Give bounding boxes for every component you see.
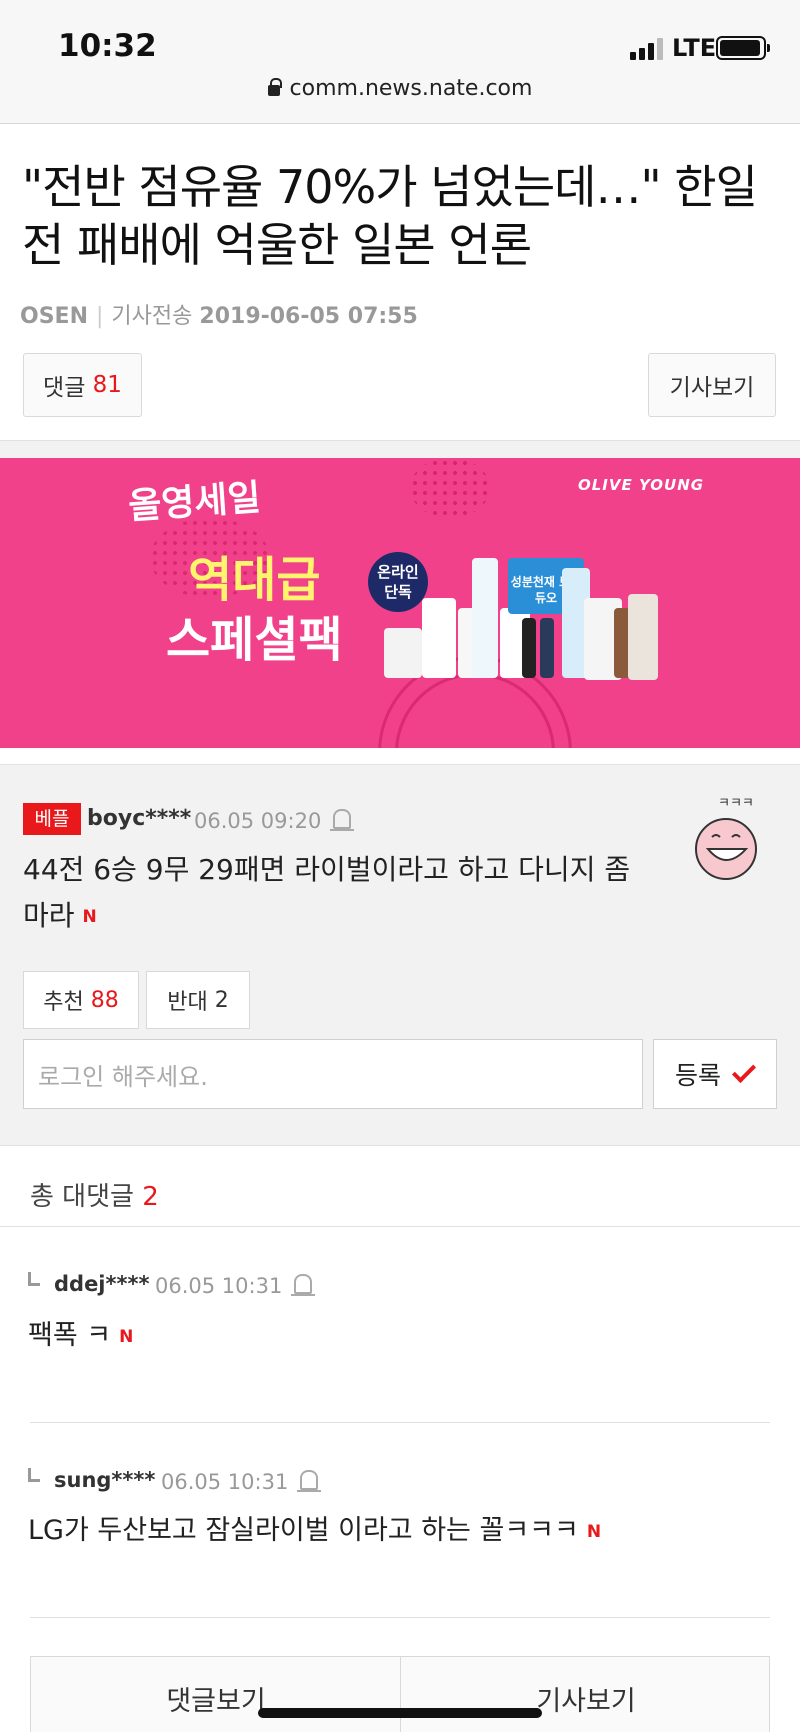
best-badge: 베플 <box>23 803 81 835</box>
sent-label: 기사전송 <box>111 304 193 329</box>
svg-text:ㅋㅋㅋ: ㅋㅋㅋ <box>718 796 754 811</box>
product-image <box>628 594 658 680</box>
address-bar[interactable]: comm.news.nate.com <box>0 76 800 101</box>
article-meta: OSEN | 기사전송 2019-06-05 07:55 <box>20 304 418 329</box>
oppose-button[interactable]: 반대 2 <box>146 971 250 1029</box>
oppose-count: 2 <box>214 987 229 1013</box>
article-headline: "전반 점유율 70%가 넘었는데…" 한일전 패배에 억울한 일본 언론 <box>22 160 758 272</box>
check-icon <box>731 1058 757 1084</box>
divider <box>30 1422 770 1423</box>
reply-arrow-icon <box>28 1468 40 1482</box>
new-icon: N <box>82 907 97 927</box>
reply-text: LG가 두산보고 잠실라이벌 이라고 하는 꼴ㅋㅋㅋ N <box>28 1515 602 1546</box>
recommend-count: 88 <box>90 987 119 1013</box>
sale-logo: 올영세일 <box>126 477 262 528</box>
brand-logo: OLIVE YOUNG <box>578 476 705 494</box>
laughing-emoticon: ㅋㅋㅋ <box>688 793 768 883</box>
comment-user[interactable]: boyc**** <box>87 806 191 831</box>
section-divider <box>0 440 800 458</box>
reply-user[interactable]: sung**** <box>54 1468 155 1492</box>
clock: 10:32 <box>58 28 157 64</box>
battery-icon <box>716 36 770 60</box>
report-icon[interactable] <box>297 1470 321 1492</box>
report-icon[interactable] <box>330 809 354 831</box>
product-image <box>522 618 536 678</box>
reply-total-count: 2 <box>142 1182 159 1212</box>
product-image <box>384 628 422 678</box>
reply-input[interactable]: 로그인 해주세요. <box>23 1039 643 1109</box>
new-icon: N <box>119 1326 134 1347</box>
network-label: LTE <box>672 34 717 62</box>
article-view-button[interactable]: 기사보기 <box>401 1657 771 1732</box>
url-text: comm.news.nate.com <box>289 76 533 101</box>
submit-button[interactable]: 등록 <box>653 1039 777 1109</box>
comments-label: 댓글 <box>43 375 86 401</box>
reply-total: 총 대댓글 2 <box>30 1182 159 1212</box>
article-source: OSEN <box>20 304 88 329</box>
comments-count-button[interactable]: 댓글 81 <box>23 353 142 417</box>
comment-date: 06.05 09:20 <box>194 809 322 833</box>
comments-count: 81 <box>92 372 122 398</box>
product-image <box>540 618 554 678</box>
article-datetime: 2019-06-05 07:55 <box>199 304 418 329</box>
reply-text: 팩폭 ㅋN <box>28 1320 134 1351</box>
reply-arrow-icon <box>28 1272 40 1286</box>
reply-date: 06.05 10:31 <box>161 1470 289 1494</box>
divider <box>0 1226 800 1227</box>
comments-view-button[interactable]: 댓글보기 <box>31 1657 401 1732</box>
reply-date: 06.05 10:31 <box>155 1274 283 1298</box>
home-indicator[interactable] <box>258 1708 542 1718</box>
product-image <box>472 558 498 678</box>
bottom-nav: 댓글보기 기사보기 <box>30 1656 770 1732</box>
view-article-button[interactable]: 기사보기 <box>648 353 776 417</box>
ad-banner[interactable]: 올영세일 OLIVE YOUNG 역대급 스페셜팩 온라인 단독 성분천재 보습… <box>0 458 800 748</box>
comment-text: 44전 6승 9무 29패면 라이벌이라고 하고 다니지 좀 마라 N <box>23 853 631 932</box>
promo-title: 역대급 스페셜팩 <box>166 552 343 668</box>
signal-icon <box>630 38 666 60</box>
lock-icon <box>267 78 282 96</box>
decor-rings <box>395 673 555 748</box>
recommend-button[interactable]: 추천 88 <box>23 971 139 1029</box>
new-icon: N <box>586 1521 602 1542</box>
report-icon[interactable] <box>291 1274 315 1296</box>
online-exclusive-badge: 온라인 단독 <box>368 552 428 612</box>
best-comment: 베플 boyc**** 06.05 09:20 ㅋㅋㅋ 44전 6승 9무 29… <box>0 764 800 1146</box>
reply-user[interactable]: ddej**** <box>54 1272 149 1296</box>
status-bar: 10:32 LTE comm.news.nate.com <box>0 0 800 124</box>
divider <box>30 1617 770 1618</box>
product-image <box>422 598 456 678</box>
